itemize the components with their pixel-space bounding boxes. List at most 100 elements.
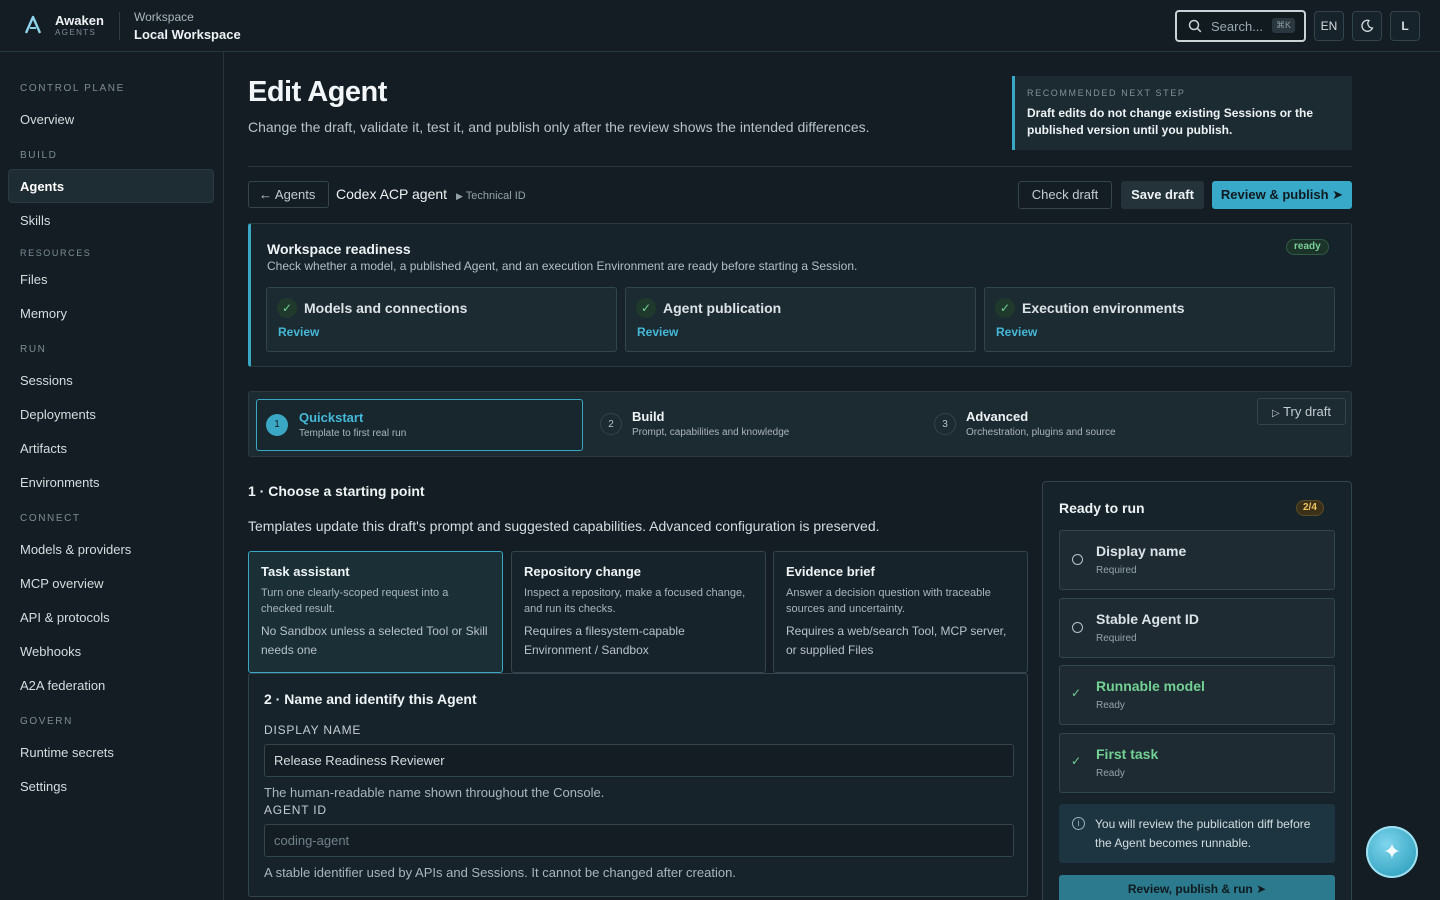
- recommended-text: Draft edits do not change existing Sessi…: [1027, 106, 1314, 137]
- step-number: 2: [600, 413, 622, 435]
- display-name-input[interactable]: [264, 744, 1014, 777]
- nav-section-run: RUN: [20, 344, 47, 355]
- technical-id-toggle[interactable]: ▶ Technical ID: [456, 190, 526, 202]
- sidebar-item-artifacts[interactable]: Artifacts: [20, 441, 67, 456]
- review-publish-button[interactable]: Review & publish ➤: [1212, 181, 1352, 209]
- assistant-sparkle-button[interactable]: ✦: [1366, 826, 1418, 878]
- requirement-first-task[interactable]: ✓ First task Ready: [1059, 733, 1335, 793]
- step-build[interactable]: 2 Build Prompt, capabilities and knowled…: [594, 399, 914, 451]
- readiness-review-link[interactable]: Review: [996, 325, 1037, 339]
- template-card-repository-change[interactable]: Repository change Inspect a repository, …: [511, 551, 766, 673]
- publication-info: i You will review the publication diff b…: [1059, 804, 1335, 863]
- search-button[interactable]: Search... ⌘K: [1175, 10, 1306, 42]
- workspace-name[interactable]: Local Workspace: [134, 27, 241, 42]
- agent-id-input[interactable]: [264, 824, 1014, 857]
- requirement-status: Ready: [1096, 768, 1125, 779]
- template-card-evidence-brief[interactable]: Evidence brief Answer a decision questio…: [773, 551, 1028, 673]
- step-title: Quickstart: [299, 410, 364, 425]
- sidebar-item-sessions[interactable]: Sessions: [20, 373, 73, 388]
- awaken-logo-icon[interactable]: [23, 15, 43, 35]
- section-identity-title: 2 · Name and identify this Agent: [264, 691, 477, 707]
- sidebar: CONTROL PLANE Overview BUILD Agents Skil…: [0, 52, 224, 900]
- review-publish-run-label: Review, publish & run: [1127, 882, 1253, 896]
- readiness-card-title: Agent publication: [663, 300, 782, 316]
- sidebar-item-settings[interactable]: Settings: [20, 779, 67, 794]
- try-draft-button[interactable]: ▷ Try draft: [1257, 398, 1346, 425]
- readiness-title: Workspace readiness: [267, 241, 411, 257]
- requirement-title: First task: [1096, 746, 1159, 762]
- requirement-display-name[interactable]: Display name Required: [1059, 530, 1335, 590]
- recommended-label: RECOMMENDED NEXT STEP: [1027, 88, 1186, 98]
- nav-section-build: BUILD: [20, 150, 58, 161]
- sidebar-item-memory[interactable]: Memory: [20, 306, 67, 321]
- check-draft-button[interactable]: Check draft: [1018, 181, 1112, 209]
- page-title: Edit Agent: [248, 76, 387, 108]
- section-starting-point-title: 1 · Choose a starting point: [248, 483, 425, 499]
- requirement-status: Ready: [1096, 700, 1125, 711]
- info-icon: i: [1072, 817, 1085, 830]
- sidebar-item-runtime-secrets[interactable]: Runtime secrets: [20, 745, 114, 760]
- step-subtitle: Prompt, capabilities and knowledge: [632, 427, 790, 438]
- template-description: Inspect a repository, make a focused cha…: [524, 587, 746, 615]
- arrow-left-icon: ←: [259, 187, 272, 202]
- theme-toggle-button[interactable]: [1352, 11, 1382, 41]
- sidebar-item-files[interactable]: Files: [20, 272, 47, 287]
- sidebar-item-webhooks[interactable]: Webhooks: [20, 644, 81, 659]
- agent-name: Codex ACP agent: [336, 186, 448, 202]
- requirement-title: Runnable model: [1096, 678, 1205, 694]
- agent-id-help: A stable identifier used by APIs and Ses…: [264, 865, 736, 880]
- back-button-label: Agents: [274, 187, 316, 202]
- step-advanced[interactable]: 3 Advanced Orchestration, plugins and so…: [928, 399, 1248, 451]
- readiness-description: Check whether a model, a published Agent…: [267, 259, 858, 273]
- brand-subtitle: AGENTS: [55, 28, 97, 37]
- requirement-title: Display name: [1096, 543, 1187, 559]
- requirement-runnable-model[interactable]: ✓ Runnable model Ready: [1059, 665, 1335, 725]
- sidebar-item-mcp[interactable]: MCP overview: [20, 576, 104, 591]
- publication-info-text: You will review the publication diff bef…: [1095, 817, 1311, 850]
- step-title: Advanced: [966, 409, 1029, 424]
- sidebar-item-skills[interactable]: Skills: [20, 213, 50, 228]
- sparkle-icon: ✦: [1382, 839, 1402, 864]
- template-title: Task assistant: [261, 564, 350, 579]
- sidebar-item-deployments[interactable]: Deployments: [20, 407, 96, 422]
- template-description: Answer a decision question with traceabl…: [786, 587, 991, 615]
- user-avatar[interactable]: L: [1390, 11, 1420, 41]
- readiness-review-link[interactable]: Review: [637, 325, 678, 339]
- ready-to-run-progress-badge: 2/4: [1296, 500, 1324, 516]
- step-number: 1: [266, 414, 288, 436]
- language-button[interactable]: EN: [1314, 11, 1344, 41]
- sidebar-item-environments[interactable]: Environments: [20, 475, 99, 490]
- empty-circle-icon: [1072, 554, 1083, 565]
- template-description: Turn one clearly-scoped request into a c…: [261, 587, 449, 615]
- check-icon: ✓: [277, 298, 297, 318]
- save-draft-button[interactable]: Save draft: [1121, 181, 1204, 209]
- back-to-agents-button[interactable]: ← Agents: [248, 181, 329, 208]
- sidebar-item-overview[interactable]: Overview: [20, 112, 74, 127]
- search-placeholder: Search...: [1211, 19, 1264, 34]
- review-publish-run-button[interactable]: Review, publish & run ➤: [1059, 875, 1335, 900]
- sidebar-item-models[interactable]: Models & providers: [20, 542, 131, 557]
- sidebar-item-api[interactable]: API & protocols: [20, 610, 110, 625]
- editor-stepper: 1 Quickstart Template to first real run …: [248, 391, 1352, 457]
- readiness-card-title: Models and connections: [304, 300, 468, 316]
- workspace-readiness-panel: Workspace readiness Check whether a mode…: [248, 223, 1352, 367]
- template-requirement: No Sandbox unless a selected Tool or Ski…: [261, 624, 488, 657]
- check-icon: ✓: [995, 298, 1015, 318]
- readiness-review-link[interactable]: Review: [278, 325, 319, 339]
- step-subtitle: Template to first real run: [299, 428, 407, 439]
- display-name-label: DISPLAY NAME: [264, 723, 362, 737]
- check-icon: ✓: [1071, 754, 1082, 768]
- sidebar-item-agents[interactable]: Agents: [20, 179, 64, 194]
- template-requirement: Requires a filesystem-capable Environmen…: [524, 624, 685, 657]
- step-quickstart[interactable]: 1 Quickstart Template to first real run: [256, 399, 583, 451]
- template-card-task-assistant[interactable]: Task assistant Turn one clearly-scoped r…: [248, 551, 503, 673]
- try-draft-label: Try draft: [1283, 404, 1331, 419]
- page-description: Change the draft, validate it, test it, …: [248, 119, 870, 135]
- workspace-label: Workspace: [134, 10, 194, 24]
- sidebar-item-a2a[interactable]: A2A federation: [20, 678, 105, 693]
- header-divider: [248, 166, 1352, 167]
- requirement-status: Required: [1096, 633, 1137, 644]
- recommended-next-step: RECOMMENDED NEXT STEP Draft edits do not…: [1012, 76, 1352, 150]
- requirement-agent-id[interactable]: Stable Agent ID Required: [1059, 598, 1335, 658]
- chevron-right-icon: ➤: [1332, 187, 1344, 202]
